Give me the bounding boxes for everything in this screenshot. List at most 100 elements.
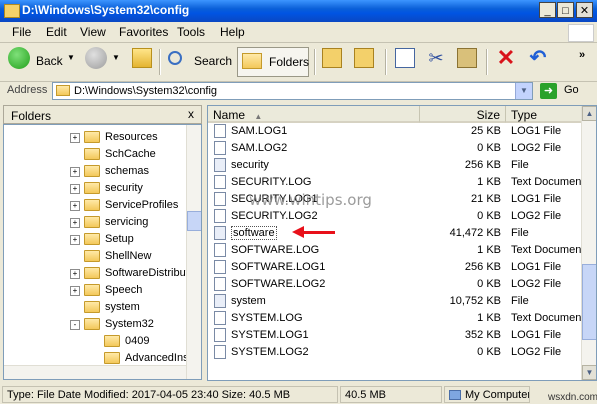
folder-icon [104, 352, 120, 364]
file-row[interactable]: SYSTEM.LOG2 0 KB LOG2 File [208, 344, 584, 361]
expand-icon[interactable]: + [70, 184, 80, 194]
undo-icon[interactable]: ↶ [528, 48, 548, 68]
tree-item-label: System32 [105, 318, 154, 330]
close-button[interactable]: ✕ [576, 2, 593, 18]
scroll-thumb[interactable] [582, 264, 596, 340]
tree-item-label: 0409 [125, 335, 150, 347]
expand-icon[interactable]: + [70, 167, 80, 177]
file-size: 1 KB [477, 244, 501, 256]
file-row[interactable]: SYSTEM.LOG1 352 KB LOG1 File [208, 327, 584, 344]
file-row[interactable]: SAM.LOG2 0 KB LOG2 File [208, 140, 584, 157]
cut-icon[interactable]: ✂ [426, 48, 446, 68]
file-type: LOG2 File [511, 142, 562, 154]
tree-item[interactable]: SchCache [4, 146, 189, 163]
maximize-button[interactable]: □ [557, 2, 574, 18]
close-pane-icon[interactable]: x [188, 107, 194, 121]
file-row[interactable]: SOFTWARE.LOG 1 KB Text Documen [208, 242, 584, 259]
column-name[interactable]: Name ▲ [208, 106, 420, 123]
title-bar[interactable]: D:\Windows\System32\config _ □ ✕ [0, 0, 597, 22]
copy-to-icon[interactable] [354, 48, 374, 68]
menu-file[interactable]: File [12, 25, 31, 39]
menu-help[interactable]: Help [220, 25, 245, 39]
tree-item-label: system [105, 301, 140, 313]
expand-icon[interactable]: + [70, 269, 80, 279]
minimize-button[interactable]: _ [539, 2, 556, 18]
tree-item[interactable]: system [4, 299, 189, 316]
tree-item[interactable]: + security [4, 180, 189, 197]
document-icon [214, 192, 226, 206]
file-row[interactable]: security 256 KB File [208, 157, 584, 174]
folder-tree-scrollbar[interactable] [186, 125, 201, 379]
go-button-label[interactable]: Go [564, 84, 579, 96]
tree-item[interactable]: - System32 [4, 316, 189, 333]
search-button-label[interactable]: Search [194, 54, 232, 68]
menu-edit[interactable]: Edit [46, 25, 67, 39]
tree-item[interactable]: + schemas [4, 163, 189, 180]
address-dropdown-icon[interactable]: ▼ [515, 83, 532, 99]
folders-button-label: Folders [269, 55, 310, 69]
tree-item[interactable]: ShellNew [4, 248, 189, 265]
file-size: 21 KB [471, 193, 501, 205]
toolbar-separator [385, 49, 387, 75]
menu-favorites[interactable]: Favorites [119, 25, 168, 39]
status-location-cell: My Computer [444, 386, 530, 403]
tree-item[interactable]: + ServiceProfiles [4, 197, 189, 214]
scroll-down-icon[interactable]: ▼ [582, 365, 596, 380]
status-info: Type: File Date Modified: 2017-04-05 23:… [2, 386, 338, 403]
file-name: SAM.LOG2 [231, 142, 288, 154]
folders-button[interactable]: Folders [237, 47, 309, 77]
file-row[interactable]: SAM.LOG1 25 KB LOG1 File [208, 123, 584, 140]
address-input[interactable]: D:\Windows\System32\config ▼ [52, 82, 533, 100]
menu-view[interactable]: View [80, 25, 106, 39]
file-row[interactable]: SOFTWARE.LOG2 0 KB LOG2 File [208, 276, 584, 293]
folder-tree-hscrollbar[interactable] [4, 365, 186, 379]
file-row[interactable]: SECURITY.LOG 1 KB Text Documen [208, 174, 584, 191]
tree-item[interactable]: + Speech [4, 282, 189, 299]
tree-item[interactable]: 0409 [4, 333, 189, 350]
file-row[interactable]: system 10,752 KB File [208, 293, 584, 310]
paste-icon[interactable] [457, 48, 477, 68]
file-type: Text Documen [511, 312, 582, 324]
expand-icon[interactable]: + [70, 201, 80, 211]
tree-item-label: ServiceProfiles [105, 199, 179, 211]
column-size[interactable]: Size [420, 106, 506, 123]
column-name-label: Name [213, 108, 246, 122]
search-icon[interactable] [168, 51, 182, 65]
forward-arrow-icon[interactable] [85, 47, 107, 69]
file-name: SYSTEM.LOG1 [231, 329, 309, 341]
folder-icon [56, 85, 70, 96]
expand-icon[interactable]: + [70, 235, 80, 245]
delete-icon[interactable]: ✕ [496, 47, 516, 69]
expand-icon[interactable]: + [70, 286, 80, 296]
expand-icon[interactable]: + [70, 218, 80, 228]
scroll-up-icon[interactable]: ▲ [582, 106, 596, 121]
tree-item[interactable]: + Resources [4, 129, 189, 146]
tree-item[interactable]: + SoftwareDistribut [4, 265, 189, 282]
file-type: LOG2 File [511, 278, 562, 290]
up-folder-icon[interactable] [132, 48, 152, 68]
scroll-thumb[interactable] [187, 211, 201, 231]
back-button-label[interactable]: Back [36, 54, 63, 68]
tree-item-label: SchCache [105, 148, 156, 160]
file-row[interactable]: SECURITY.LOG2 0 KB LOG2 File [208, 208, 584, 225]
go-arrow-icon[interactable]: ➜ [540, 83, 557, 99]
file-row[interactable]: SYSTEM.LOG 1 KB Text Documen [208, 310, 584, 327]
menu-tools[interactable]: Tools [177, 25, 205, 39]
column-type[interactable]: Type [506, 106, 586, 123]
tree-item-label: AdvancedIns [125, 352, 189, 364]
toolbar-overflow-icon[interactable]: » [579, 49, 585, 61]
file-size: 1 KB [477, 312, 501, 324]
collapse-icon[interactable]: - [70, 320, 80, 330]
copy-icon[interactable] [395, 48, 415, 68]
file-row[interactable]: SOFTWARE.LOG1 256 KB LOG1 File [208, 259, 584, 276]
back-dropdown-icon[interactable]: ▼ [67, 53, 75, 62]
move-to-icon[interactable] [322, 48, 342, 68]
back-arrow-icon[interactable] [8, 47, 30, 69]
tree-item[interactable]: + servicing [4, 214, 189, 231]
tree-item[interactable]: + Setup [4, 231, 189, 248]
file-row[interactable]: software 41,472 KB File [208, 225, 584, 242]
forward-dropdown-icon[interactable]: ▼ [112, 53, 120, 62]
address-value: D:\Windows\System32\config [74, 85, 218, 97]
expand-icon[interactable]: + [70, 133, 80, 143]
folder-icon [84, 131, 100, 143]
